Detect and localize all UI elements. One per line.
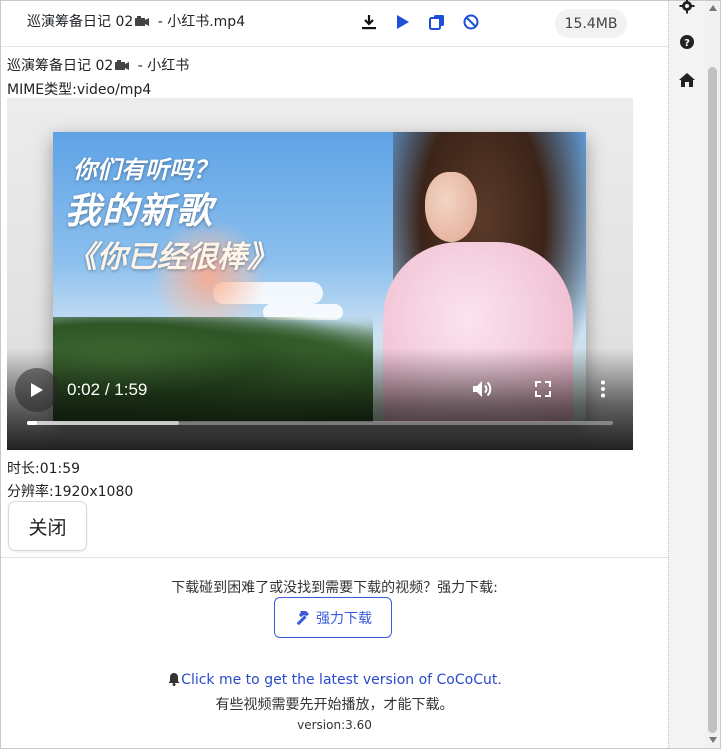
side-nav: ? <box>669 0 705 748</box>
gear-icon <box>679 0 695 14</box>
video-resolution: 分辨率:1920x1080 <box>7 484 134 500</box>
play-button[interactable] <box>394 13 412 31</box>
scroll-up-button[interactable] <box>705 1 720 15</box>
play-icon <box>397 15 409 29</box>
current-time: 0:02 <box>67 380 101 399</box>
force-download-button[interactable]: 强力下载 <box>274 597 392 638</box>
block-button[interactable] <box>462 13 480 31</box>
update-link-text[interactable]: Click me to get the latest version of Co… <box>181 672 502 688</box>
play-first-note: 有些视频需要先开始播放，才能下载。 <box>215 697 454 713</box>
scroll-thumb[interactable] <box>708 67 717 733</box>
fullscreen-button[interactable] <box>530 376 556 402</box>
settings-button[interactable] <box>669 0 705 23</box>
poster-caption-3: 《你已经很棒》 <box>67 240 277 275</box>
home-icon <box>679 73 695 87</box>
played-progress <box>27 421 37 425</box>
play-icon <box>31 383 43 397</box>
download-icon <box>362 15 376 30</box>
section-divider <box>1 557 668 558</box>
chevron-down-icon <box>708 737 717 743</box>
total-time: 1:59 <box>114 380 148 399</box>
volume-button[interactable] <box>469 376 495 402</box>
question-circle-icon: ? <box>680 35 694 49</box>
file-title: 巡演筹备日记 02 - 小红书.mp4 <box>27 11 245 31</box>
block-icon <box>463 14 479 30</box>
video-progress-bar[interactable] <box>27 421 613 425</box>
file-title-suffix: - 小红书.mp4 <box>153 14 246 30</box>
main-panel: 巡演筹备日记 02 - 小红书.mp4 15.4MB 巡演筹备日记 02 - 小… <box>1 1 669 748</box>
video-title-prefix: 巡演筹备日记 02 <box>7 58 114 74</box>
update-link[interactable]: Click me to get the latest version of Co… <box>1 672 668 688</box>
scroll-down-button[interactable] <box>705 733 720 747</box>
download-button[interactable] <box>360 13 378 31</box>
scrollbar[interactable] <box>705 1 720 748</box>
fullscreen-icon <box>535 381 551 397</box>
video-play-button[interactable] <box>15 368 59 412</box>
mime-type: MIME类型:video/mp4 <box>7 82 152 98</box>
file-size-badge: 15.4MB <box>555 9 627 38</box>
video-player[interactable]: 你们有听吗？ 我的新歌 《你已经很棒》 0:02 / 1:59 <box>7 98 633 450</box>
bell-icon <box>168 673 180 686</box>
person-face <box>425 172 477 242</box>
more-options-button[interactable] <box>590 376 616 402</box>
home-button[interactable] <box>669 63 705 97</box>
chevron-up-icon <box>708 5 717 11</box>
file-toolbar: 巡演筹备日记 02 - 小红书.mp4 15.4MB <box>1 1 668 47</box>
camera-icon <box>115 60 130 70</box>
buffered-progress <box>27 421 180 425</box>
copy-button[interactable] <box>428 13 446 31</box>
video-duration: 时长:01:59 <box>7 461 81 477</box>
file-title-prefix: 巡演筹备日记 02 <box>27 14 134 30</box>
svg-text:?: ? <box>684 38 690 49</box>
camera-icon <box>135 16 150 26</box>
help-text: 下载碰到困难了或没找到需要下载的视频？强力下载: <box>171 580 498 596</box>
volume-icon <box>473 381 492 397</box>
force-download-label: 强力下载 <box>316 610 372 627</box>
copy-icon <box>429 15 444 30</box>
time-separator: / <box>100 380 115 399</box>
version-label: version:3.60 <box>297 718 372 732</box>
close-button[interactable]: 关闭 <box>8 501 87 551</box>
video-title: 巡演筹备日记 02 - 小红书 <box>7 55 189 75</box>
video-title-suffix: - 小红书 <box>133 58 190 74</box>
video-time: 0:02 / 1:59 <box>67 380 147 400</box>
poster-caption-1: 你们有听吗？ <box>73 155 217 184</box>
hammer-icon <box>296 610 309 625</box>
more-vertical-icon <box>601 380 605 398</box>
poster-caption-2: 我的新歌 <box>65 190 214 232</box>
help-button[interactable]: ? <box>669 25 705 59</box>
